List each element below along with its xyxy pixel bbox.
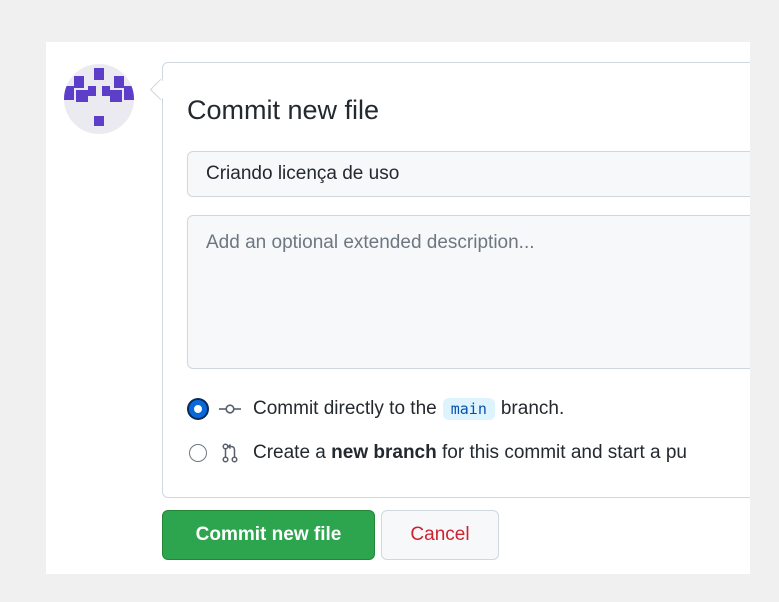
- commit-form: Commit new file Commit directly to the m…: [162, 62, 750, 498]
- git-pull-request-icon: [219, 443, 241, 463]
- branch-name-badge: main: [442, 398, 495, 420]
- new-branch-radio[interactable]: [189, 444, 207, 462]
- commit-direct-label-suffix: branch.: [500, 398, 565, 419]
- cancel-button[interactable]: Cancel: [381, 510, 499, 560]
- new-branch-label-suffix: for this commit and start a pu: [442, 442, 688, 463]
- commit-direct-option[interactable]: Commit directly to the main branch.: [189, 396, 564, 422]
- commit-panel: Commit new file Commit directly to the m…: [46, 42, 750, 574]
- commit-direct-label-prefix: Commit directly to the: [253, 398, 437, 419]
- commit-direct-radio[interactable]: [189, 400, 207, 418]
- new-branch-label-bold: new branch: [331, 442, 437, 463]
- git-commit-icon: [219, 400, 241, 418]
- new-branch-option[interactable]: Create a new branch for this commit and …: [189, 440, 687, 466]
- commit-form-title: Commit new file: [187, 95, 380, 125]
- identicon-icon: [64, 68, 134, 126]
- commit-summary-input[interactable]: [187, 151, 750, 197]
- new-branch-label-prefix: Create a: [253, 442, 326, 463]
- avatar[interactable]: [64, 64, 134, 134]
- commit-description-textarea[interactable]: [187, 215, 750, 369]
- commit-new-file-button[interactable]: Commit new file: [162, 510, 375, 560]
